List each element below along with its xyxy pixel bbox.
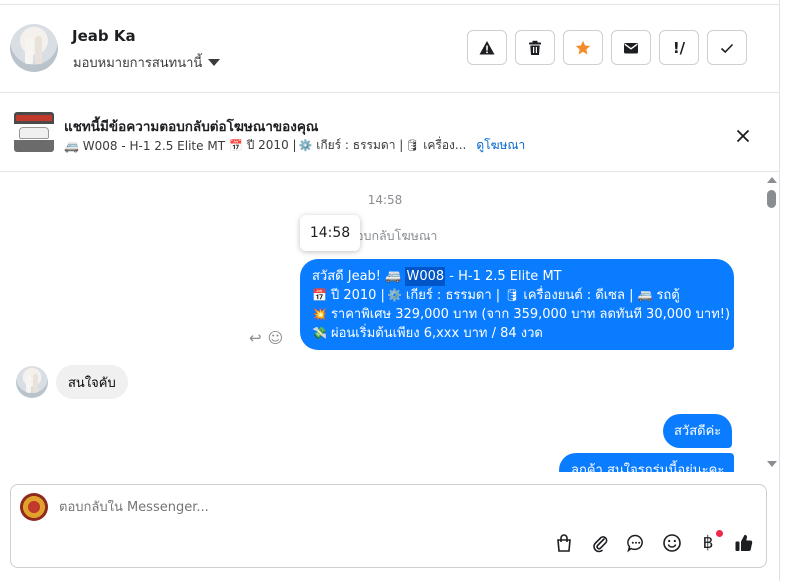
bag-icon [557, 534, 571, 552]
ad-subtitle-gear: เกียร์ : ธรรมดา | [316, 138, 404, 152]
ad-message-engine: เครื่องยนต์ : ดีเซล | [523, 288, 634, 303]
highlighted-code: W008 [405, 267, 446, 286]
scroll-down-arrow[interactable] [767, 461, 777, 467]
ad-message-line-2: 📅 ปี 2010 | ⚙️ เกียร์ : ธรรมดา | 🛢 เครื่องย… [312, 286, 722, 305]
reply-input[interactable] [59, 500, 559, 515]
calendar-icon: 📅 [229, 139, 243, 152]
baht-icon: ฿ [702, 533, 714, 553]
follow-up-icon: !/ [672, 38, 686, 57]
money-icon: 💸 [312, 326, 327, 340]
avatar[interactable] [16, 366, 48, 398]
thumbs-up-icon [735, 534, 753, 552]
message-actions: ↩ ☺ [249, 329, 283, 347]
assign-conversation-dropdown[interactable]: มอบหมายการสนทนานี้ [73, 52, 221, 73]
scrollbar-thumb[interactable] [767, 190, 776, 208]
ad-message-type: รถตู้ [656, 288, 680, 303]
gear-icon: ⚙️ [298, 139, 313, 152]
ad-message-greeting: สวัสดี Jeab! 🚐 [312, 269, 406, 284]
like-button[interactable] [734, 533, 754, 553]
page-avatar[interactable] [20, 493, 48, 521]
ad-reply-banner: แชทนี้มีข้อความตอบกลับต่อโฆษณาของคุณ 🚐 W… [0, 93, 780, 172]
emoji-button[interactable] [662, 533, 682, 553]
calendar-icon: 📅 [312, 288, 327, 302]
report-button[interactable] [467, 30, 507, 65]
conversation-header: Jeab Ka มอบหมายการสนทนานี้ !/ [0, 5, 780, 93]
emoji-icon [663, 534, 681, 552]
gear-icon: ⚙️ [386, 288, 402, 302]
chat-panel: Jeab Ka มอบหมายการสนทนานี้ !/ แชทนี้มีข้… [0, 0, 780, 581]
header-actions: !/ [467, 30, 747, 65]
time-tooltip: 14:58 [300, 215, 360, 251]
contact-name[interactable]: Jeab Ka [72, 27, 136, 45]
ad-message-price: ราคาพิเศษ 329,000 บาท (จาก 359,000 บาท ล… [330, 307, 731, 322]
ad-banner-title: แชทนี้มีข้อความตอบกลับต่อโฆษณาของคุณ [64, 119, 319, 135]
ad-message-bubble[interactable]: สวัสดี Jeab! 🚐 W008 - H-1 2.5 Elite MT 📅… [300, 259, 734, 350]
star-icon [575, 40, 591, 54]
paperclip-icon [593, 536, 608, 553]
close-icon[interactable] [733, 126, 753, 146]
message-timestamp: 14:58 [367, 193, 403, 207]
view-ad-link[interactable]: ดูโฆษณา [476, 136, 525, 155]
ad-message-line-3: 💥 ราคาพิเศษ 329,000 บาท (จาก 359,000 บาท … [312, 305, 730, 324]
reply-icon[interactable]: ↩ [249, 329, 262, 347]
bag-button[interactable] [554, 533, 574, 553]
van-icon: 🚐 [637, 288, 653, 302]
ad-thumbnail[interactable] [14, 112, 54, 152]
payment-button[interactable]: ฿ [698, 530, 723, 553]
ad-message-line-1: สวัสดี Jeab! 🚐 W008 - H-1 2.5 Elite MT [312, 267, 722, 286]
warning-icon [479, 40, 495, 54]
notification-dot [716, 530, 723, 537]
outgoing-message[interactable]: สวัสดีค่ะ [663, 414, 733, 448]
message-list[interactable]: 14:58 14:58 อบกลับโฆษณา สวัสดี Jeab! 🚐 W… [0, 172, 780, 472]
delete-button[interactable] [515, 30, 555, 65]
assign-label: มอบหมายการสนทนานี้ [73, 56, 203, 71]
ad-subtitle-vehicle: 🚐 W008 - H-1 2.5 Elite MT [64, 138, 226, 153]
ad-message-line-4: 💸 ผ่อนเริ่มต้นเพียง 6,xxx บาท / 84 งวด [312, 324, 722, 343]
check-icon [720, 43, 734, 53]
mail-icon [624, 42, 638, 53]
avatar[interactable] [10, 24, 58, 72]
mark-done-button[interactable] [707, 30, 747, 65]
message-composer: ฿ [10, 484, 767, 568]
ad-banner-subtitle: 🚐 W008 - H-1 2.5 Elite MT 📅 ปี 2010 | ⚙️… [64, 136, 525, 155]
ad-message-installment: ผ่อนเริ่มต้นเพียง 6,xxx บาท / 84 งวด [330, 326, 543, 341]
chat-bubble-icon [627, 534, 643, 553]
composer-tools: ฿ [554, 530, 754, 553]
ad-reply-note: อบกลับโฆษณา [356, 228, 438, 243]
scroll-up-arrow[interactable] [767, 177, 777, 183]
ad-subtitle-year: ปี 2010 | [246, 138, 297, 152]
chevron-down-icon [208, 59, 221, 66]
trash-icon [529, 40, 541, 55]
outgoing-message[interactable]: ลูกค้า สนใจรถรุ่นนี้อยู่นะคะ [559, 453, 734, 472]
ad-message-year: ปี 2010 | [330, 288, 385, 303]
ad-message-model: - H-1 2.5 Elite MT [445, 269, 562, 284]
ad-message-gear: เกียร์ : ธรรมดา | [405, 288, 501, 303]
attach-button[interactable] [590, 533, 610, 553]
incoming-message[interactable]: สนใจคับ [56, 365, 128, 399]
mark-unread-button[interactable] [611, 30, 651, 65]
sparkle-icon: 💥 [312, 307, 327, 321]
fuel-icon: 🛢 [504, 288, 520, 302]
saved-replies-button[interactable] [626, 533, 646, 553]
fuel-icon: 🛢 [405, 139, 420, 152]
ad-subtitle-engine: เครื่อง... [423, 138, 467, 152]
react-icon[interactable]: ☺ [268, 329, 284, 347]
star-button[interactable] [563, 30, 603, 65]
follow-up-button[interactable]: !/ [659, 30, 699, 65]
